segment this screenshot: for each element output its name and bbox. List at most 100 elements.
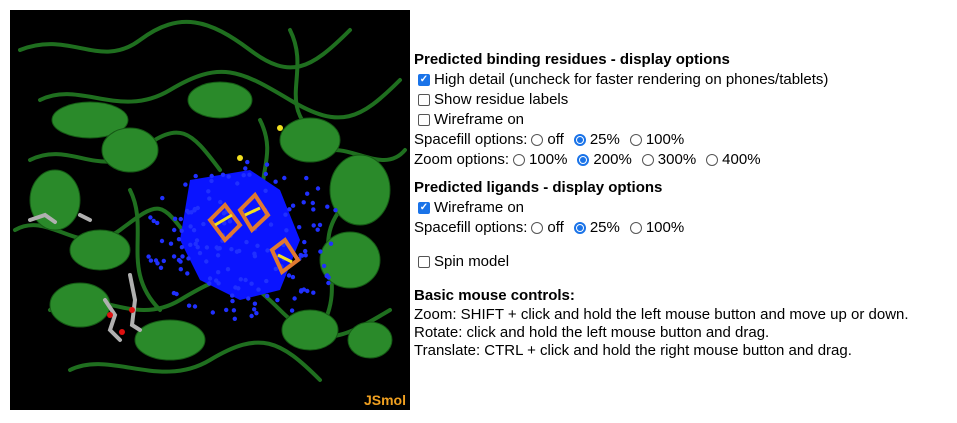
binding-atom	[264, 162, 270, 167]
binding-atom	[207, 281, 212, 286]
binding-atom	[289, 308, 295, 313]
binding-atom	[282, 175, 287, 181]
ligand-spacefill-options: Spacefill options: off 25% 100%	[414, 218, 954, 238]
binding-atom	[207, 276, 213, 281]
binding-atom	[273, 179, 278, 184]
binding-atom	[214, 278, 219, 283]
zoom-label: Zoom options:	[414, 151, 510, 168]
binding-atom	[215, 253, 221, 258]
binding-atom	[171, 254, 177, 259]
binding-atom	[204, 259, 209, 264]
ligand-spacefill-25-radio[interactable]	[573, 222, 586, 234]
binding-atom	[311, 223, 316, 228]
binding-atom	[230, 293, 235, 298]
binding-atom	[180, 254, 185, 259]
binding-atom	[290, 274, 296, 280]
binding-atom	[231, 308, 237, 313]
binding-atom	[252, 307, 257, 312]
binding-wireframe-checkbox[interactable]	[418, 114, 430, 126]
binding-atom	[246, 296, 251, 301]
binding-atom	[176, 237, 182, 242]
binding-atom	[186, 256, 191, 261]
binding-atom	[178, 216, 183, 222]
binding-wireframe-option[interactable]: Wireframe on	[414, 110, 954, 130]
binding-atom	[161, 258, 166, 264]
binding-spacefill-100-label: 100%	[645, 131, 685, 148]
binding-atom	[188, 224, 193, 229]
binding-atom	[301, 200, 306, 205]
binding-atom	[290, 203, 296, 208]
spin-option[interactable]: Spin model	[414, 252, 954, 272]
binding-atom	[158, 265, 164, 270]
binding-atom	[265, 248, 270, 253]
binding-atom	[229, 247, 234, 252]
binding-atom	[241, 173, 246, 178]
binding-spacefill-off-label: off	[547, 131, 564, 148]
binding-atom	[191, 228, 197, 233]
binding-atom	[244, 239, 249, 245]
binding-spacefill-label: Spacefill options:	[414, 131, 528, 148]
binding-atom	[254, 311, 259, 316]
binding-atom	[159, 238, 165, 244]
binding-atom	[303, 248, 308, 254]
binding-atom	[206, 189, 211, 194]
residue-labels-option[interactable]: Show residue labels	[414, 90, 954, 110]
ligand-spacefill-off-radio[interactable]	[531, 222, 544, 234]
binding-atom	[185, 208, 190, 214]
zoom-400-radio[interactable]	[706, 154, 719, 166]
binding-atom	[297, 225, 302, 230]
residue-labels-checkbox[interactable]	[418, 94, 430, 106]
binding-atom	[193, 173, 198, 179]
spin-checkbox[interactable]	[418, 256, 430, 268]
binding-atom	[179, 228, 184, 233]
binding-atom	[315, 186, 321, 191]
ligand-wireframe-option[interactable]: Wireframe on	[414, 198, 954, 218]
high-detail-checkbox[interactable]	[418, 74, 430, 86]
zoom-100-label: 100%	[529, 151, 568, 168]
binding-atom	[192, 304, 198, 309]
binding-atom	[247, 172, 252, 177]
binding-atom	[209, 173, 214, 179]
binding-atom	[299, 288, 304, 293]
zoom-200-radio[interactable]	[577, 154, 590, 166]
binding-spacefill-100-radio[interactable]	[629, 134, 642, 146]
ligand-options-heading: Predicted ligands - display options	[414, 179, 663, 196]
binding-atom	[230, 298, 235, 304]
mouse-rotate-help: Rotate: click and hold the left mouse bu…	[414, 324, 770, 341]
binding-atom	[204, 245, 210, 250]
binding-spacefill-25-radio[interactable]	[573, 134, 586, 146]
binding-atom	[310, 200, 315, 206]
binding-atom	[252, 301, 258, 306]
binding-atom	[215, 246, 221, 251]
binding-spacefill-options: Spacefill options: off 25% 100%	[414, 130, 954, 150]
zoom-200-label: 200%	[593, 151, 632, 168]
binding-spacefill-off-radio[interactable]	[531, 134, 544, 146]
binding-atom	[305, 191, 310, 196]
zoom-100-radio[interactable]	[513, 154, 526, 166]
zoom-options: Zoom options: 100% 200% 300% 400%	[414, 150, 954, 170]
ligand-spacefill-25-label: 25%	[589, 219, 620, 236]
binding-atom	[292, 296, 297, 301]
binding-atom	[263, 188, 268, 193]
binding-atom	[226, 174, 231, 179]
molecule-viewer[interactable]: JSmol	[10, 10, 410, 410]
binding-atom	[174, 291, 179, 297]
binding-atom	[249, 313, 254, 319]
binding-atom	[232, 316, 237, 321]
ligand-wireframe-checkbox[interactable]	[418, 202, 430, 214]
high-detail-option[interactable]: High detail (uncheck for faster renderin…	[414, 70, 954, 90]
binding-atom	[186, 303, 192, 308]
binding-atom	[160, 195, 165, 201]
binding-atom	[233, 285, 238, 290]
binding-atom	[245, 159, 250, 165]
ligand-spacefill-100-radio[interactable]	[629, 222, 642, 234]
binding-atom	[209, 178, 214, 184]
zoom-300-radio[interactable]	[641, 154, 654, 166]
binding-atom	[263, 171, 268, 177]
residue-labels-label: Show residue labels	[434, 91, 569, 108]
binding-atom	[333, 208, 338, 213]
binding-atom	[304, 175, 309, 181]
